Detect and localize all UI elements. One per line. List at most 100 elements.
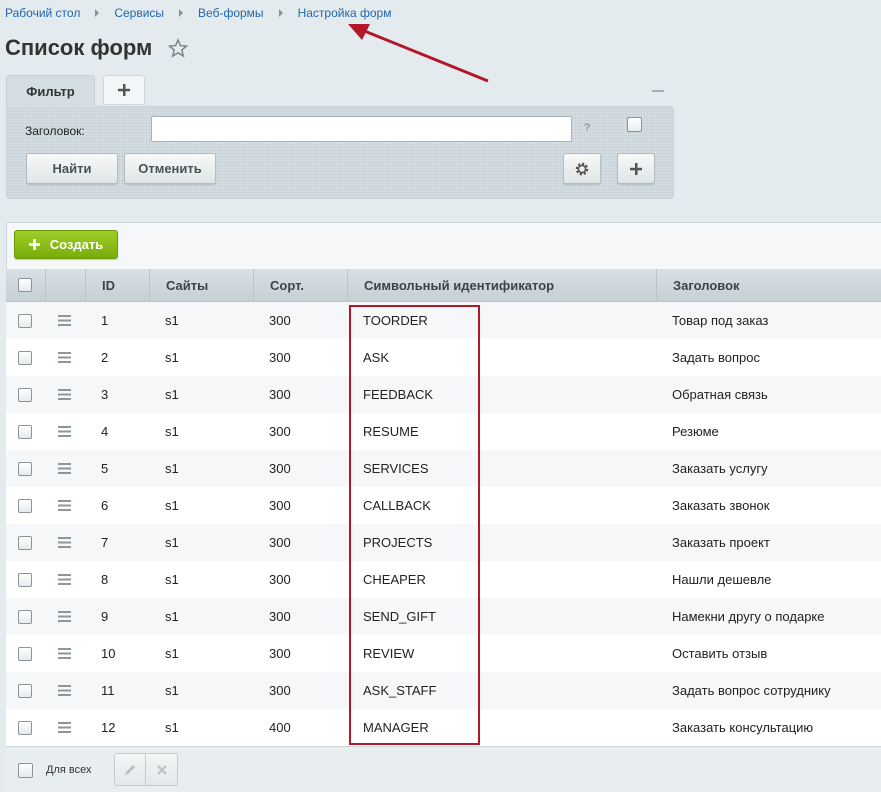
filter-help[interactable]: ? [584,122,590,134]
header-id[interactable]: ID [85,269,149,302]
create-button-label: Создать [49,237,104,252]
cell-title: Задать вопрос сотруднику [672,683,831,698]
header-symbolic-id[interactable]: Символьный идентификатор [347,269,656,302]
cell-sort: 300 [269,683,291,698]
star-icon[interactable] [168,38,188,58]
header-sites[interactable]: Сайты [149,269,253,302]
header-actions [45,269,85,302]
filter-title-input[interactable] [151,116,572,142]
cell-symbolic-id: SEND_GIFT [363,609,436,624]
cell-site-link[interactable]: s1 [165,598,179,635]
cell-symbolic-id: ASK_STAFF [363,683,437,698]
create-button[interactable]: Создать [14,230,118,259]
table-row[interactable]: 8 s1 300 CHEAPER Нашли дешевле [6,561,881,598]
cell-title: Товар под заказ [672,313,769,328]
row-checkbox[interactable] [18,573,32,587]
chevron-right-icon [95,9,100,17]
table-row[interactable]: 2 s1 300 ASK Задать вопрос [6,339,881,376]
cell-id: 6 [101,498,109,513]
cell-site-link[interactable]: s1 [165,709,179,746]
cell-title: Заказать проект [672,535,770,550]
cell-title: Нашли дешевле [672,572,772,587]
breadcrumb-web-forms[interactable]: Веб-формы [198,6,264,20]
breadcrumb-desktop[interactable]: Рабочий стол [5,6,80,20]
cell-symbolic-id: CHEAPER [363,572,426,587]
row-menu-icon[interactable] [58,463,72,474]
header-title[interactable]: Заголовок [656,269,881,302]
row-checkbox[interactable] [18,351,32,365]
filter-checkbox[interactable] [627,117,642,132]
cell-symbolic-id: RESUME [363,424,419,439]
table-row[interactable]: 5 s1 300 SERVICES Заказать услугу [6,450,881,487]
row-menu-icon[interactable] [58,426,72,437]
row-checkbox[interactable] [18,721,32,735]
filter-settings-button[interactable] [563,153,601,184]
cell-site-link[interactable]: s1 [165,450,179,487]
row-checkbox[interactable] [18,647,32,661]
cell-site-link[interactable]: s1 [165,672,179,709]
filter-minimize-button[interactable] [652,90,664,92]
row-menu-icon[interactable] [58,352,72,363]
edit-selected-button[interactable] [115,754,147,785]
breadcrumb-services[interactable]: Сервисы [114,6,164,20]
cell-site-link[interactable]: s1 [165,302,179,339]
cell-id: 11 [101,683,115,698]
row-menu-icon[interactable] [58,611,72,622]
row-checkbox[interactable] [18,499,32,513]
select-all-checkbox[interactable] [18,278,32,292]
table-row[interactable]: 7 s1 300 PROJECTS Заказать проект [6,524,881,561]
cell-site-link[interactable]: s1 [165,561,179,598]
cell-site-link[interactable]: s1 [165,413,179,450]
cell-symbolic-id: PROJECTS [363,535,433,550]
cell-title: Заказать звонок [672,498,770,513]
cancel-button[interactable]: Отменить [124,153,216,184]
cell-site-link[interactable]: s1 [165,487,179,524]
row-checkbox[interactable] [18,684,32,698]
group-actions [114,753,178,786]
row-menu-icon[interactable] [58,537,72,548]
cell-id: 7 [101,535,109,550]
table-row[interactable]: 1 s1 300 TOORDER Товар под заказ [6,302,881,339]
row-menu-icon[interactable] [58,648,72,659]
for-all-checkbox[interactable] [18,763,33,778]
cell-id: 2 [101,350,109,365]
cell-site-link[interactable]: s1 [165,635,179,672]
cell-id: 9 [101,609,109,624]
row-menu-icon[interactable] [58,685,72,696]
table-row[interactable]: 11 s1 300 ASK_STAFF Задать вопрос сотруднику [6,672,881,709]
row-checkbox[interactable] [18,610,32,624]
row-checkbox[interactable] [18,536,32,550]
find-button[interactable]: Найти [26,153,118,184]
delete-selected-button[interactable] [146,754,177,785]
row-checkbox[interactable] [18,314,32,328]
row-menu-icon[interactable] [58,574,72,585]
pencil-icon [125,764,135,775]
row-checkbox[interactable] [18,388,32,402]
cell-sort: 300 [269,609,291,624]
cell-id: 12 [101,720,116,735]
plus-icon [28,239,40,250]
tab-filter[interactable]: Фильтр [6,75,95,107]
table-row[interactable]: 9 s1 300 SEND_GIFT Намекни другу о подарке [6,598,881,635]
row-menu-icon[interactable] [58,500,72,511]
cell-site-link[interactable]: s1 [165,339,179,376]
row-menu-icon[interactable] [58,315,72,326]
cell-site-link[interactable]: s1 [165,524,179,561]
table-row[interactable]: 3 s1 300 FEEDBACK Обратная связь [6,376,881,413]
plus-icon [118,84,130,96]
row-checkbox[interactable] [18,425,32,439]
cell-site-link[interactable]: s1 [165,376,179,413]
header-sort[interactable]: Сорт. [253,269,347,302]
filter-add-field-button[interactable] [617,153,655,184]
row-menu-icon[interactable] [58,722,72,733]
table-row[interactable]: 12 s1 400 MANAGER Заказать консультацию [6,709,881,746]
cell-sort: 300 [269,498,291,513]
row-checkbox[interactable] [18,462,32,476]
row-menu-icon[interactable] [58,389,72,400]
table-row[interactable]: 4 s1 300 RESUME Резюме [6,413,881,450]
cell-id: 4 [101,424,109,439]
add-filter-tab-button[interactable] [103,75,145,105]
cell-title: Намекни другу о подарке [672,609,825,624]
table-row[interactable]: 10 s1 300 REVIEW Оставить отзыв [6,635,881,672]
table-row[interactable]: 6 s1 300 CALLBACK Заказать звонок [6,487,881,524]
